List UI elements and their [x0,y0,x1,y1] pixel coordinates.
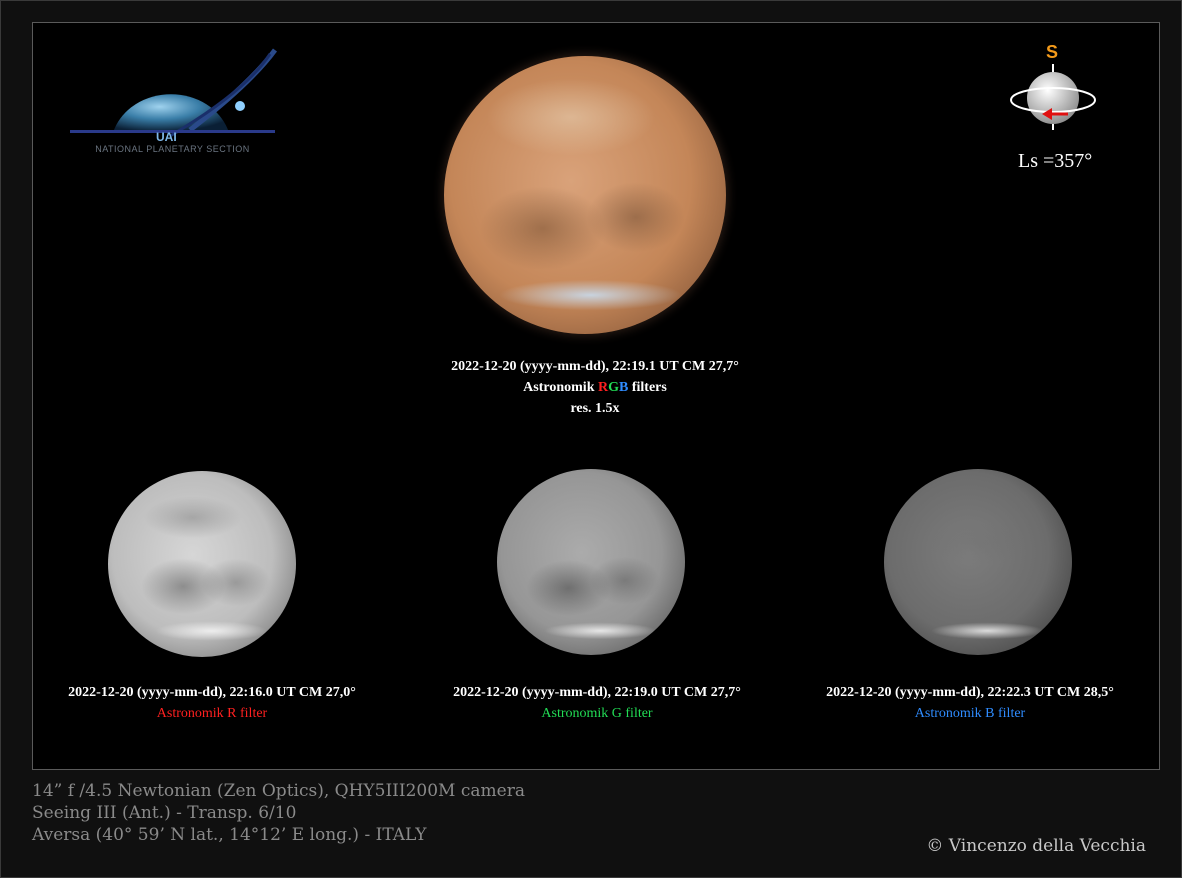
filter-suffix: filters [628,380,667,395]
uai-logo-text: UAI [156,130,177,144]
uai-logo-section: NATIONAL PLANETARY SECTION [95,144,250,154]
g-filter-caption: 2022-12-20 (yyyy-mm-dd), 22:19.0 UT CM 2… [407,682,787,724]
r-caption-line1: 2022-12-20 (yyyy-mm-dd), 22:16.0 UT CM 2… [68,685,356,700]
main-caption-filters: Astronomik RGB filters [405,377,785,398]
copyright-notice: © Vincenzo della Vecchia [926,836,1146,856]
filter-b-letter: B [619,380,629,395]
g-caption-line1: 2022-12-20 (yyyy-mm-dd), 22:19.0 UT CM 2… [453,685,741,700]
b-caption-line1: 2022-12-20 (yyyy-mm-dd), 22:22.3 UT CM 2… [826,685,1114,700]
main-caption-res: res. 1.5x [570,401,620,416]
main-caption-line1: 2022-12-20 (yyyy-mm-dd), 22:19.1 UT CM 2… [451,359,739,374]
b-caption-filter: Astronomik B filter [914,706,1026,721]
mars-r-filter-image [108,471,296,657]
footer-telescope: 14” f /4.5 Newtonian (Zen Optics), QHY5I… [32,781,525,801]
footer-location: Aversa (40° 59’ N lat., 14°12’ E long.) … [32,825,427,845]
filter-r-letter: R [597,380,609,395]
mars-b-filter-image [884,469,1072,655]
footer-seeing: Seeing III (Ant.) - Transp. 6/10 [32,803,297,823]
r-caption-filter: Astronomik R filter [156,706,268,721]
ls-label: Ls =357° [1018,150,1093,172]
b-filter-caption: 2022-12-20 (yyyy-mm-dd), 22:22.3 UT CM 2… [780,682,1160,724]
g-caption-filter: Astronomik G filter [541,706,653,721]
mars-rgb-image [444,56,726,334]
mars-g-filter-image [497,469,685,655]
uai-logo: UAI NATIONAL PLANETARY SECTION [70,44,280,164]
filter-g-letter: G [608,380,619,395]
main-caption: 2022-12-20 (yyyy-mm-dd), 22:19.1 UT CM 2… [405,356,785,419]
filter-prefix: Astronomik [523,380,598,395]
r-filter-caption: 2022-12-20 (yyyy-mm-dd), 22:16.0 UT CM 2… [22,682,402,724]
orientation-globe-icon: S [1006,42,1100,132]
equipment-info: 14” f /4.5 Newtonian (Zen Optics), QHY5I… [32,780,525,846]
south-label: S [1046,42,1059,62]
